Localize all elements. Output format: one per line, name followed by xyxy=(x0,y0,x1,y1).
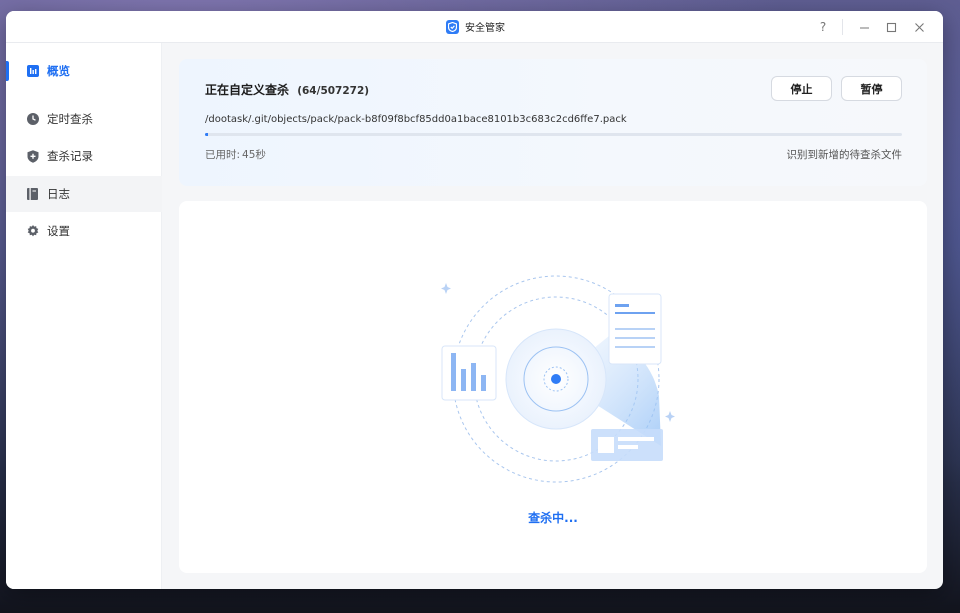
close-button[interactable] xyxy=(910,18,928,36)
sidebar-item-overview[interactable]: 概览 xyxy=(6,53,162,89)
scan-title: 正在自定义查杀 xyxy=(205,83,290,97)
sidebar-item-label: 日志 xyxy=(47,187,70,201)
sidebar-item-logs[interactable]: 日志 xyxy=(6,176,162,212)
main-content: 正在自定义查杀 (64/507272) 停止 暂停 /dootask/.git/… xyxy=(163,43,943,589)
titlebar-divider xyxy=(842,19,843,35)
sidebar: 概览 定时查杀 查杀记录 日志 设置 xyxy=(6,43,162,589)
elapsed-value: 45秒 xyxy=(242,149,266,161)
stop-button[interactable]: 停止 xyxy=(771,76,832,101)
sidebar-item-label: 设置 xyxy=(47,224,70,238)
scan-count: (64/507272) xyxy=(297,85,370,97)
close-icon xyxy=(914,22,924,32)
bar-chart-bar xyxy=(451,353,456,391)
sidebar-item-scan-history[interactable]: 查杀记录 xyxy=(6,138,162,174)
status-note: 识别到新增的待查杀文件 xyxy=(786,149,903,161)
sparkle-icon xyxy=(441,283,451,294)
minimize-button[interactable] xyxy=(855,18,873,36)
scan-progress-bar xyxy=(205,133,902,136)
window-title: 安全管家 xyxy=(465,23,505,34)
scan-illustration-card: 查杀中... xyxy=(179,201,927,573)
maximize-button[interactable] xyxy=(882,18,900,36)
clock-icon xyxy=(26,113,39,126)
sidebar-item-scheduled-scan[interactable]: 定时查杀 xyxy=(6,101,162,137)
shield-app-icon xyxy=(446,19,459,34)
elapsed-label: 已用时: xyxy=(205,149,241,161)
active-indicator xyxy=(6,61,9,81)
shield-plus-icon xyxy=(26,149,39,163)
book-icon xyxy=(26,188,39,201)
document-line xyxy=(615,304,629,307)
window-title-group: 安全管家 xyxy=(446,19,505,34)
sidebar-item-label: 查杀记录 xyxy=(47,149,93,163)
scan-progress-fill xyxy=(205,133,209,136)
sidebar-item-label: 定时查杀 xyxy=(47,112,93,126)
maximize-icon xyxy=(886,22,896,32)
id-card-line xyxy=(618,445,638,449)
app-window: 安全管家 ? 概览 定时查杀 查杀记录 日志 设置 正在自定义查杀 (64/50… xyxy=(6,11,943,589)
document-line xyxy=(615,328,655,330)
sparkle-icon xyxy=(665,411,675,422)
scanning-status-text: 查杀中... xyxy=(528,511,578,525)
scan-title-row: 正在自定义查杀 (64/507272) xyxy=(205,81,369,98)
chart-box-icon xyxy=(26,65,39,78)
pause-button[interactable]: 暂停 xyxy=(841,76,902,101)
gear-icon xyxy=(26,225,39,238)
id-card-photo xyxy=(598,437,614,453)
document-line xyxy=(615,337,655,339)
bar-chart-bar xyxy=(471,363,476,391)
minimize-icon xyxy=(859,26,869,29)
document-line xyxy=(615,346,655,348)
bar-chart-card-icon xyxy=(441,345,497,401)
bar-chart-bar xyxy=(461,369,466,391)
radar-center-dot xyxy=(551,374,561,384)
scan-status-card: 正在自定义查杀 (64/507272) 停止 暂停 /dootask/.git/… xyxy=(179,59,927,186)
id-card-line xyxy=(618,437,654,441)
elapsed-time: 已用时: 45秒 xyxy=(205,147,266,162)
help-button[interactable]: ? xyxy=(814,18,832,36)
document-line xyxy=(615,312,655,314)
bar-chart-bar xyxy=(481,375,486,391)
current-file-path: /dootask/.git/objects/pack/pack-b8f09f8b… xyxy=(205,114,627,125)
title-bar: 安全管家 ? xyxy=(6,11,943,43)
sidebar-item-settings[interactable]: 设置 xyxy=(6,213,162,249)
sidebar-item-label: 概览 xyxy=(47,64,70,78)
